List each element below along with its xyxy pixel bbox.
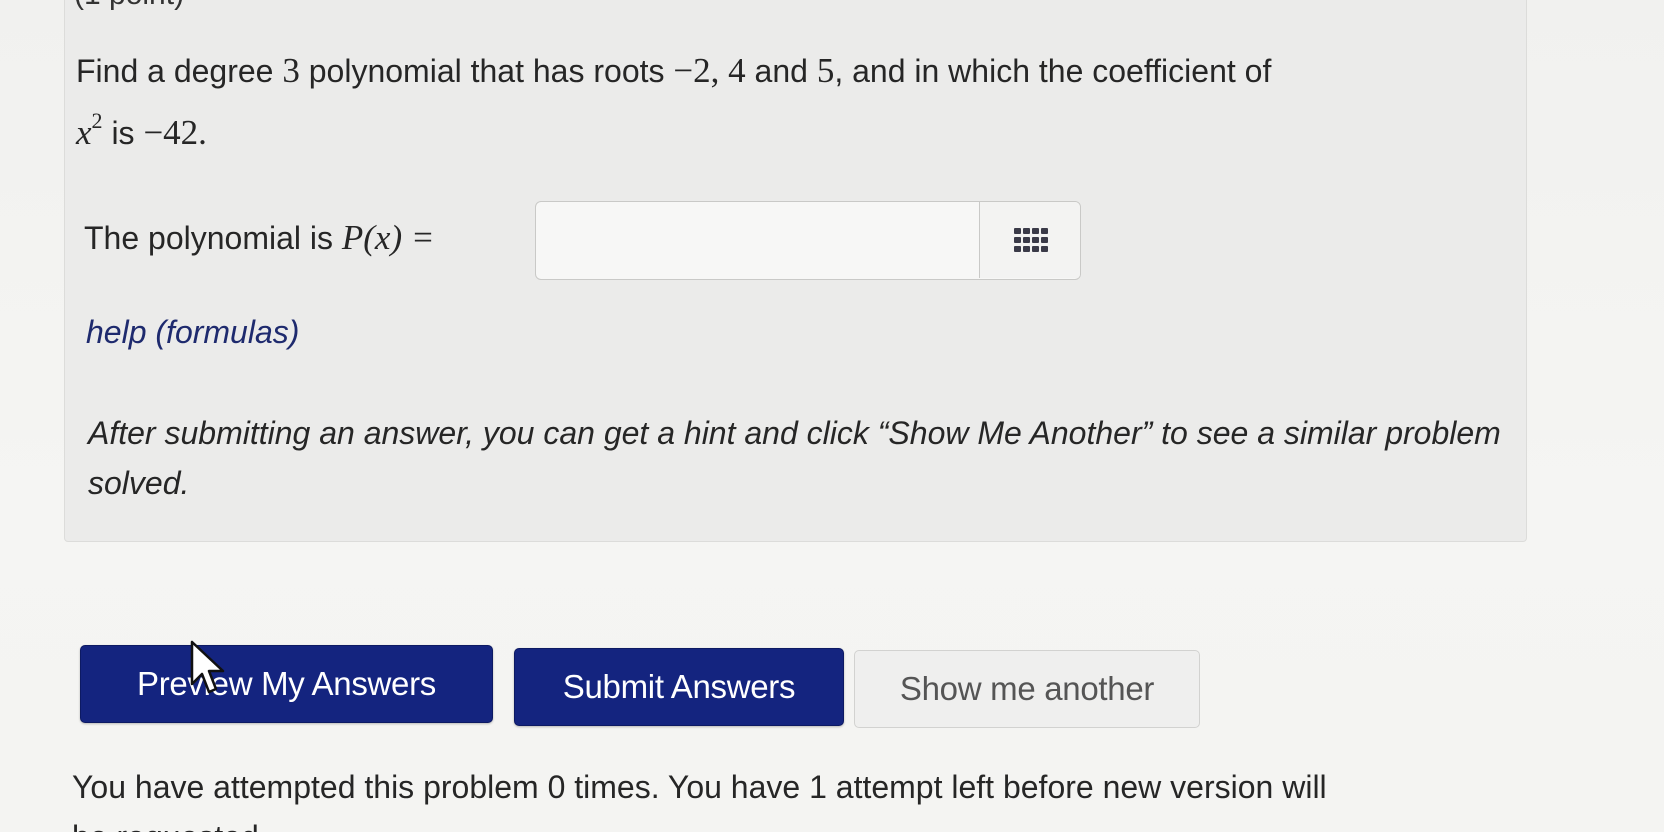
webwork-problem-page: (1 point) Find a degree 3 polynomial tha…: [0, 0, 1664, 832]
statement-text: , and in which the coefficient of: [834, 53, 1272, 89]
help-formulas-link[interactable]: help (formulas): [86, 314, 299, 351]
statement-text: is: [102, 115, 144, 151]
x-exponent: 2: [91, 108, 103, 133]
roots-value: −2, 4: [673, 51, 746, 90]
attempts-status-continued: be requested.: [72, 812, 268, 832]
grid-icon: [1013, 228, 1048, 252]
answer-math: P(x) =: [341, 218, 435, 257]
answer-row: The polynomial is P(x) =: [84, 200, 434, 276]
degree-value: 3: [282, 51, 300, 90]
root-value: 5: [816, 51, 835, 90]
answer-field-container: [535, 201, 1081, 280]
submit-answers-button[interactable]: Submit Answers: [514, 648, 844, 726]
attempts-status: You have attempted this problem 0 times.…: [72, 769, 1327, 805]
answer-label: The polynomial is P(x) =: [84, 218, 434, 258]
statement-text: Find a degree: [76, 53, 283, 89]
equation-palette-button[interactable]: [979, 202, 1080, 278]
problem-statement: Find a degree 3 polynomial that has root…: [76, 46, 1516, 158]
statement-text: and: [745, 53, 817, 89]
statement-text: polynomial that has roots: [299, 53, 674, 89]
answer-label-text: The polynomial is: [84, 220, 342, 256]
show-me-another-button[interactable]: Show me another: [854, 650, 1200, 728]
x-variable: x: [76, 113, 92, 152]
answer-input[interactable]: [536, 202, 979, 278]
coefficient-value: −42.: [143, 113, 207, 152]
hint-instructions: After submitting an answer, you can get …: [88, 415, 1501, 501]
points-label: (1 point): [74, 0, 184, 12]
preview-answers-button[interactable]: Preview My Answers: [80, 645, 493, 723]
